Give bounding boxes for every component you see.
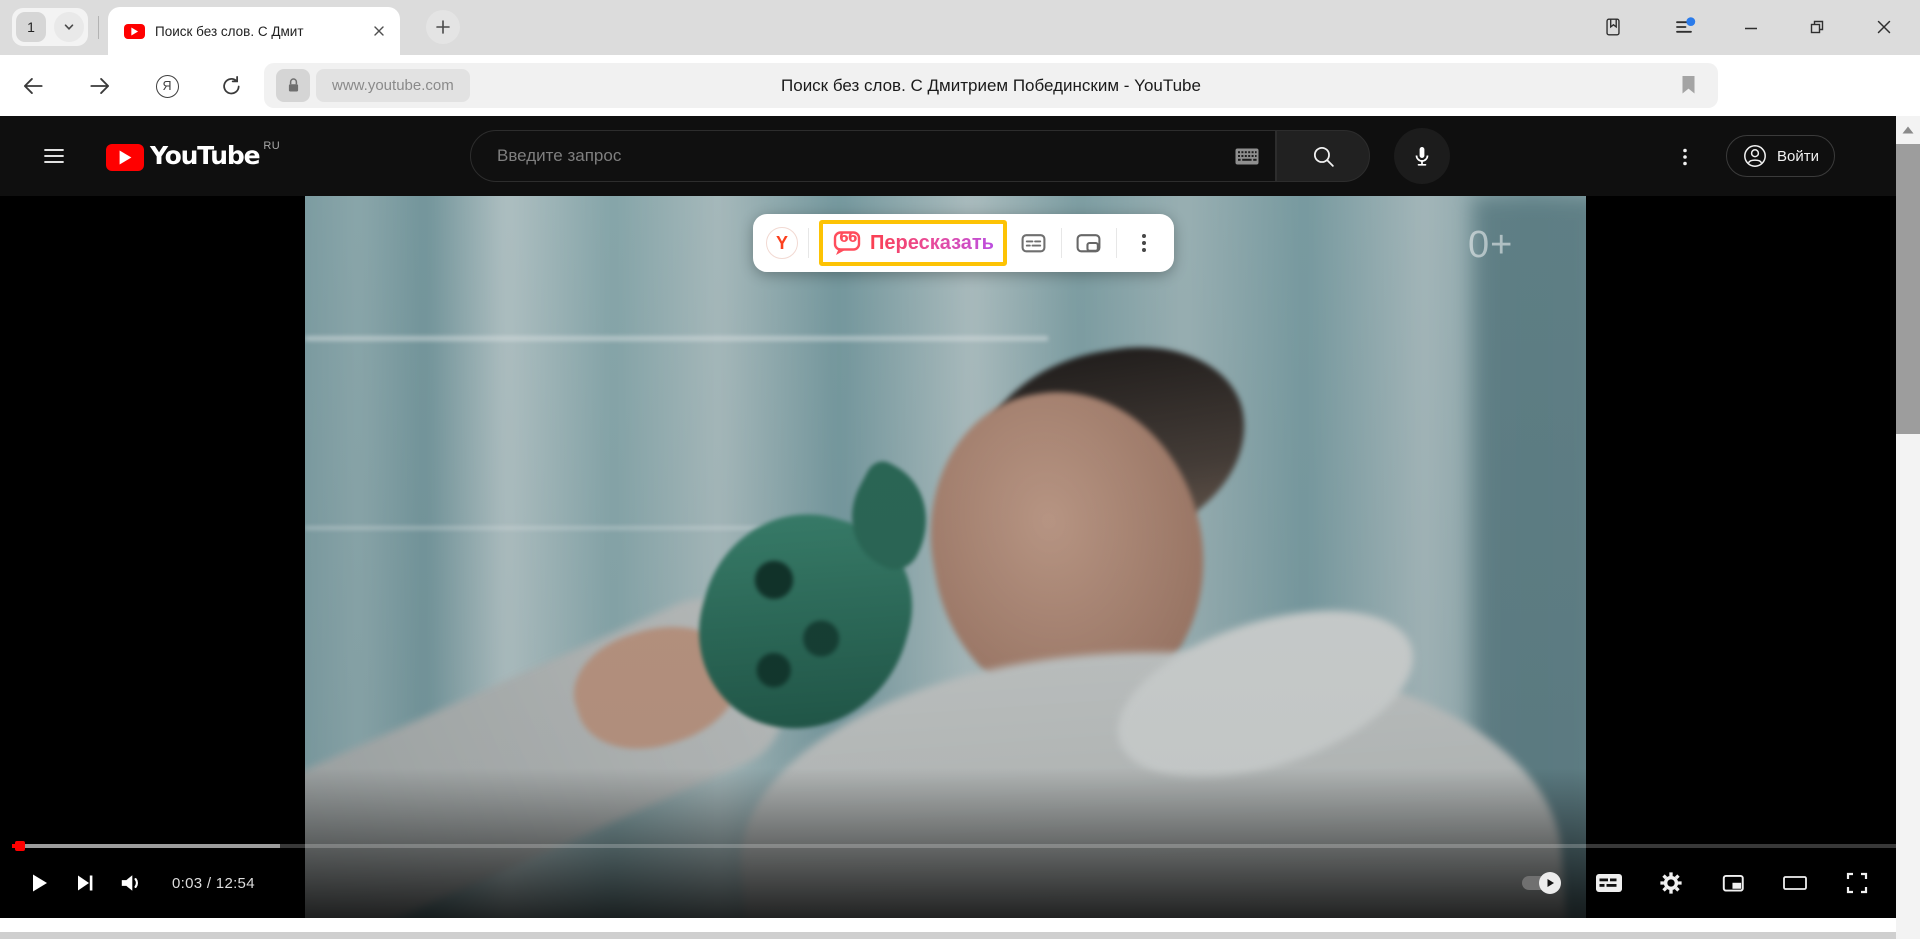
yandex-letter: Y [776,233,788,254]
sign-in-button[interactable]: Войти [1726,135,1835,177]
tab-counter-value: 1 [16,12,46,42]
toggle-knob-play-icon [1539,872,1561,894]
search-bar[interactable] [470,130,1276,182]
keyboard-icon[interactable] [1235,148,1259,165]
fullscreen-icon[interactable] [1834,860,1880,906]
player-controls: 0:03 / 12:54 [0,852,1920,914]
browser-menu-icon[interactable] [1669,11,1701,43]
window-restore-button[interactable] [1801,11,1833,43]
tab-counter[interactable]: 1 [12,8,88,46]
side-panel-bookmarks-icon[interactable] [1597,11,1629,43]
youtube-logo-text: YouTube [150,141,259,170]
toggle-track [1522,876,1558,890]
buffered-bar [12,844,280,848]
theater-mode-icon[interactable] [1772,860,1818,906]
person-icon [1742,143,1768,169]
miniplayer-icon[interactable] [1710,860,1756,906]
summarize-label: Пересказать [870,232,994,255]
sign-in-label: Войти [1777,148,1819,165]
settings-gear-icon[interactable] [1648,860,1694,906]
captions-icon[interactable] [1586,860,1632,906]
ya-letter: Я [156,75,179,98]
quote-bubble-icon: 66 [832,228,862,258]
new-tab-button[interactable] [426,10,460,44]
window-close-button[interactable] [1868,11,1900,43]
play-button[interactable] [16,860,62,906]
youtube-region-label: RU [263,140,280,152]
progress-bar[interactable] [12,844,1908,848]
toolbar-divider [1116,228,1117,258]
address-toolbar: Я Поиск без слов. С Дмитрием Побединским… [0,55,1920,116]
toolbar-divider [1061,228,1062,258]
omnibox[interactable]: Поиск без слов. С Дмитрием Побединским -… [264,63,1718,108]
secure-lock-icon[interactable] [276,69,310,102]
tab-strip-divider [98,16,99,39]
yandex-search-icon[interactable]: Я [153,72,181,100]
summarize-button[interactable]: 66 Пересказать [819,220,1007,266]
reload-button[interactable] [217,72,245,100]
page-background-strip [0,918,1920,932]
page-scrollbar[interactable] [1896,116,1920,939]
url-field[interactable]: www.youtube.com [316,69,470,102]
forward-button[interactable] [86,72,114,100]
picture-in-picture-icon[interactable] [1072,226,1106,260]
search-input[interactable] [471,131,1235,181]
search-button[interactable] [1276,130,1370,182]
volume-icon[interactable] [108,860,154,906]
yandex-logo-icon[interactable]: Y [766,227,798,259]
controls-left: 0:03 / 12:54 [16,860,255,906]
youtube-play-icon [106,144,144,171]
browser-tab-youtube[interactable]: Поиск без слов. С Дмит [108,7,400,55]
voice-search-icon[interactable] [1394,128,1450,184]
controls-right [1510,860,1880,906]
tab-strip: 1 Поиск без слов. С Дмит [0,0,1920,55]
overlay-kebab-icon[interactable] [1127,226,1161,260]
toolbar-divider [808,228,809,258]
tab-title: Поиск без слов. С Дмит [155,24,368,39]
age-rating-badge: 0+ [1468,224,1513,267]
scrubber-handle[interactable] [15,841,25,851]
page-title: Поиск без слов. С Дмитрием Побединским -… [264,63,1718,108]
autoplay-toggle[interactable] [1510,860,1570,906]
next-button[interactable] [62,860,108,906]
yandex-video-toolbar: Y 66 Пересказать [753,214,1174,272]
back-button[interactable] [19,72,47,100]
guide-menu-icon[interactable] [42,144,66,168]
time-display: 0:03 / 12:54 [172,875,255,892]
url-text: www.youtube.com [332,77,454,94]
scrollbar-thumb[interactable] [1896,144,1920,434]
scrollbar-up-arrow[interactable] [1896,116,1920,144]
video-player: Y 66 Пересказать 0+ [0,196,1920,918]
chevron-down-icon[interactable] [54,12,84,42]
window-bottom-edge [0,932,1920,939]
youtube-logo[interactable]: YouTube RU [106,141,280,171]
subtitles-icon[interactable] [1017,226,1051,260]
window-minimize-button[interactable] [1735,11,1767,43]
bookmark-flag-icon[interactable] [1681,75,1696,95]
youtube-favicon-icon [124,24,145,39]
tab-close-icon[interactable] [368,20,390,42]
quote-marks: 66 [839,230,856,246]
youtube-header: YouTube RU Войти [0,116,1920,196]
youtube-kebab-icon[interactable] [1672,144,1698,170]
